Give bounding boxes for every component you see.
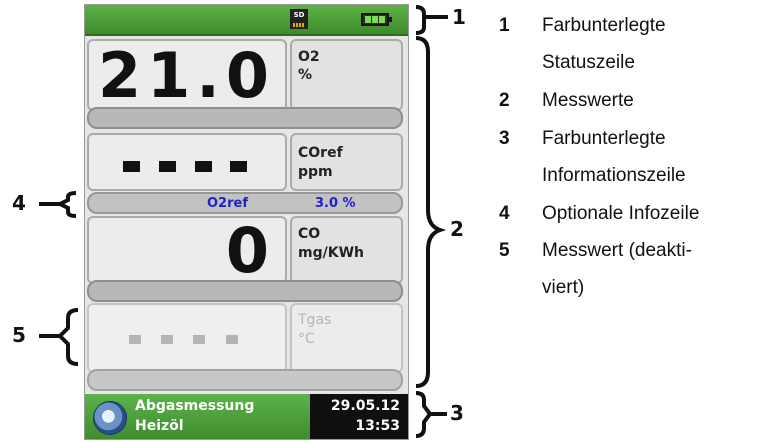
legend-number: 2: [499, 90, 510, 111]
callout-5: 5: [12, 323, 26, 347]
legend-number: 4: [499, 203, 510, 224]
legend-text: Farbunterlegte: [542, 128, 666, 149]
legend-text: Farbunterlegte: [542, 15, 666, 36]
callout-2: 2: [450, 217, 464, 241]
bracket-5: [57, 308, 79, 366]
legend-text: viert): [542, 277, 585, 298]
callout-4: 4: [12, 191, 26, 215]
bracket-2: [415, 36, 447, 388]
legend-text: Statuszeile: [542, 52, 635, 73]
legend-text: Messwert (deakti-: [542, 240, 692, 261]
legend-text: Optionale Infozeile: [542, 203, 700, 224]
bracket-1: [415, 5, 430, 35]
callout-3: 3: [450, 401, 464, 425]
bracket-4: [55, 191, 77, 218]
legend-number: 1: [499, 15, 510, 36]
legend-text: Messwerte: [542, 90, 634, 111]
legend-text: Informationszeile: [542, 165, 686, 186]
legend-number: 3: [499, 128, 510, 149]
legend-number: 5: [499, 240, 510, 261]
bracket-3: [415, 391, 433, 438]
callout-1: 1: [452, 5, 466, 29]
